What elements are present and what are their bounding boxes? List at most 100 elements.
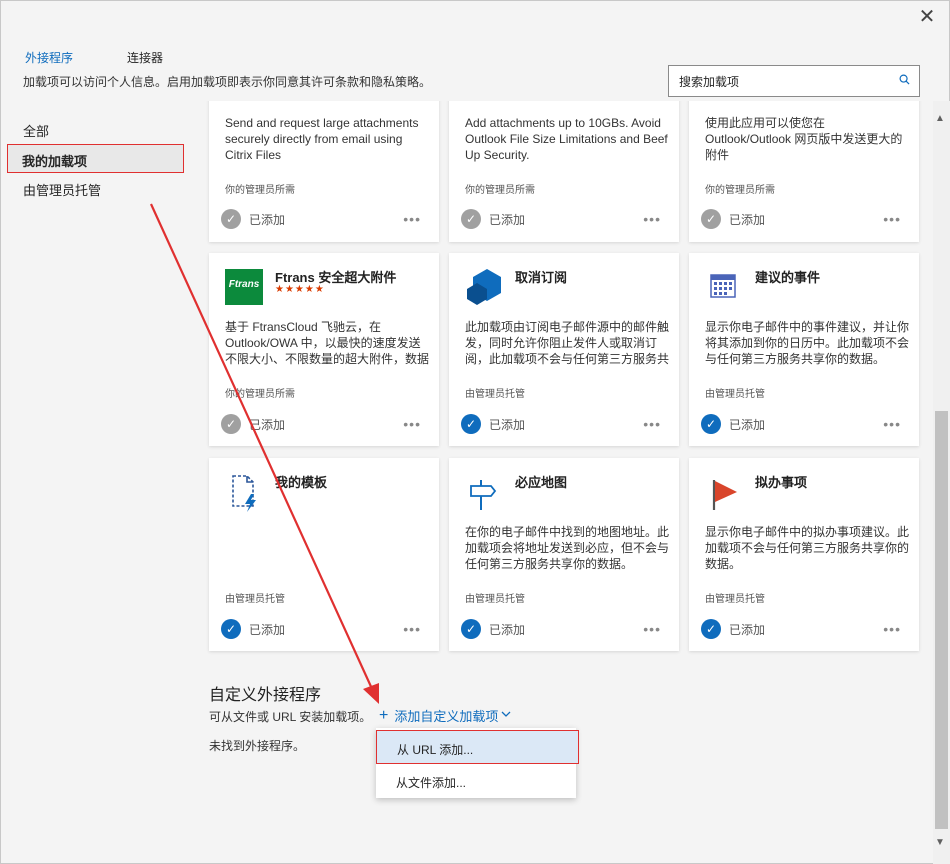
sidebar-item-admin-managed[interactable]: 由管理员托管 bbox=[23, 180, 183, 199]
check-icon: ✓ bbox=[221, 414, 241, 434]
card-title: 建议的事件 bbox=[755, 270, 821, 285]
search-placeholder: 搜索加载项 bbox=[679, 74, 740, 89]
chevron-down-icon bbox=[501, 710, 511, 721]
check-icon: ✓ bbox=[221, 619, 241, 639]
card-title: 取消订阅 bbox=[515, 270, 568, 285]
search-input[interactable]: 搜索加载项 bbox=[668, 65, 920, 97]
template-document-icon bbox=[225, 472, 265, 512]
add-in-card[interactable]: Send and request large attachments secur… bbox=[209, 101, 439, 242]
close-icon[interactable]: ✕ bbox=[913, 6, 941, 30]
more-options-icon[interactable]: ••• bbox=[403, 621, 421, 637]
hexagon-icon bbox=[465, 267, 505, 307]
tab-add-ins[interactable]: 外接程序 bbox=[25, 49, 73, 66]
card-description: 此加载项由订阅电子邮件源中的邮件触发，同时允许你阻止发件人或取消订阅，此加载项不… bbox=[465, 320, 670, 366]
card-tag: 你的管理员所需 bbox=[705, 185, 775, 196]
add-in-card-action-items[interactable]: 拟办事项 显示你电子邮件中的拟办事项建议。此加载项不会与任何第三方服务共享你的数… bbox=[689, 458, 919, 651]
more-options-icon[interactable]: ••• bbox=[403, 416, 421, 432]
card-description: 显示你电子邮件中的事件建议，并让你将其添加到你的日历中。此加载项不会与任何第三方… bbox=[705, 320, 910, 366]
status-label: 已添加 bbox=[729, 417, 766, 432]
check-icon: ✓ bbox=[701, 414, 721, 434]
menu-item-add-from-file[interactable]: 从文件添加... bbox=[376, 764, 576, 798]
custom-add-ins-heading: 自定义外接程序 bbox=[209, 687, 322, 704]
add-ins-dialog: ✕ 外接程序 连接器 加载项可以访问个人信息。启用加载项即表示你同意其许可条款和… bbox=[0, 0, 950, 864]
status-label: 已添加 bbox=[249, 417, 286, 432]
flag-icon bbox=[705, 472, 745, 512]
card-status: ✓ 已添加 bbox=[701, 209, 765, 229]
search-icon[interactable] bbox=[889, 74, 919, 88]
status-label: 已添加 bbox=[729, 622, 766, 637]
check-icon: ✓ bbox=[701, 619, 721, 639]
sidebar-item-my-add-ins[interactable]: 我的加载项 bbox=[7, 144, 184, 173]
add-in-card-ftrans[interactable]: Ftrans Ftrans 安全超大附件 ★★★★★ 基于 FtransClou… bbox=[209, 253, 439, 446]
status-label: 已添加 bbox=[489, 622, 526, 637]
check-icon: ✓ bbox=[461, 414, 481, 434]
status-label: 已添加 bbox=[489, 212, 526, 227]
rating-stars: ★★★★★ bbox=[275, 284, 325, 295]
card-description: Add attachments up to 10GBs. Avoid Outlo… bbox=[465, 116, 668, 162]
card-status: ✓ 已添加 bbox=[701, 619, 765, 639]
calendar-icon bbox=[705, 267, 745, 307]
add-in-card[interactable]: 使用此应用可以使您在 Outlook/Outlook 网页版中发送更大的附件 你… bbox=[689, 101, 919, 242]
card-status: ✓ 已添加 bbox=[221, 619, 285, 639]
add-in-card[interactable]: Add attachments up to 10GBs. Avoid Outlo… bbox=[449, 101, 679, 242]
check-icon: ✓ bbox=[461, 619, 481, 639]
plus-icon: + bbox=[379, 706, 389, 724]
card-tag: 由管理员托管 bbox=[225, 594, 285, 605]
card-description: 基于 FtransCloud 飞驰云，在 Outlook/OWA 中，以最快的速… bbox=[225, 320, 430, 366]
add-in-card-my-templates[interactable]: 我的模板 由管理员托管 ✓ 已添加 ••• bbox=[209, 458, 439, 651]
consent-text: 加载项可以访问个人信息。启用加载项即表示你同意其许可条款和隐私策略。 bbox=[23, 75, 432, 89]
card-description: 使用此应用可以使您在 Outlook/Outlook 网页版中发送更大的附件 bbox=[705, 116, 903, 162]
ftrans-logo-icon: Ftrans bbox=[225, 269, 263, 305]
card-tag: 你的管理员所需 bbox=[465, 185, 535, 196]
card-tag: 你的管理员所需 bbox=[225, 389, 295, 400]
status-label: 已添加 bbox=[249, 212, 286, 227]
status-label: 已添加 bbox=[489, 417, 526, 432]
scroll-down-icon[interactable]: ▼ bbox=[935, 837, 945, 848]
more-options-icon[interactable]: ••• bbox=[643, 211, 661, 227]
check-icon: ✓ bbox=[701, 209, 721, 229]
card-tag: 你的管理员所需 bbox=[225, 185, 295, 196]
no-add-ins-text: 未找到外接程序。 bbox=[209, 739, 306, 753]
card-status: ✓ 已添加 bbox=[461, 619, 525, 639]
more-options-icon[interactable]: ••• bbox=[643, 621, 661, 637]
card-status: ✓ 已添加 bbox=[221, 414, 285, 434]
more-options-icon[interactable]: ••• bbox=[403, 211, 421, 227]
scroll-up-icon[interactable]: ▲ bbox=[935, 113, 945, 124]
card-status: ✓ 已添加 bbox=[701, 414, 765, 434]
add-custom-dropdown-menu: 从 URL 添加... 从文件添加... bbox=[376, 728, 579, 798]
tab-connectors[interactable]: 连接器 bbox=[127, 49, 163, 66]
vertical-scrollbar[interactable]: ▲ ▼ bbox=[933, 101, 950, 864]
add-in-card-bing-maps[interactable]: 必应地图 在你的电子邮件中找到的地图地址。此加载项会将地址发送到必应，但不会与任… bbox=[449, 458, 679, 651]
add-custom-label: 添加自定义加载项 bbox=[394, 709, 499, 724]
check-icon: ✓ bbox=[221, 209, 241, 229]
card-title: 必应地图 bbox=[515, 475, 568, 490]
signpost-icon bbox=[465, 472, 505, 512]
card-description: Send and request large attachments secur… bbox=[225, 116, 419, 162]
more-options-icon[interactable]: ••• bbox=[883, 621, 901, 637]
card-description: 显示你电子邮件中的拟办事项建议。此加载项不会与任何第三方服务共享你的数据。 bbox=[705, 525, 910, 571]
card-tag: 由管理员托管 bbox=[465, 389, 525, 400]
status-label: 已添加 bbox=[729, 212, 766, 227]
sidebar-item-all[interactable]: 全部 bbox=[23, 121, 183, 140]
more-options-icon[interactable]: ••• bbox=[883, 416, 901, 432]
add-custom-add-in-button[interactable]: + 添加自定义加载项 bbox=[379, 706, 511, 725]
check-icon: ✓ bbox=[461, 209, 481, 229]
add-in-card-unsubscribe[interactable]: 取消订阅 此加载项由订阅电子邮件源中的邮件触发，同时允许你阻止发件人或取消订阅，… bbox=[449, 253, 679, 446]
card-title: 拟办事项 bbox=[755, 475, 808, 490]
add-in-card-suggested-meetings[interactable]: 建议的事件 显示你电子邮件中的事件建议，并让你将其添加到你的日历中。此加载项不会… bbox=[689, 253, 919, 446]
card-tag: 由管理员托管 bbox=[465, 594, 525, 605]
top-tabs: 外接程序 连接器 bbox=[25, 49, 217, 66]
card-status: ✓ 已添加 bbox=[461, 209, 525, 229]
card-description: 在你的电子邮件中找到的地图地址。此加载项会将地址发送到必应，但不会与任何第三方服… bbox=[465, 525, 670, 571]
card-tag: 由管理员托管 bbox=[705, 594, 765, 605]
custom-add-ins-description: 可从文件或 URL 安装加载项。 bbox=[209, 710, 372, 724]
card-status: ✓ 已添加 bbox=[461, 414, 525, 434]
card-status: ✓ 已添加 bbox=[221, 209, 285, 229]
more-options-icon[interactable]: ••• bbox=[643, 416, 661, 432]
menu-item-add-from-url[interactable]: 从 URL 添加... bbox=[376, 730, 579, 764]
status-label: 已添加 bbox=[249, 622, 286, 637]
scroll-thumb[interactable] bbox=[935, 411, 948, 829]
more-options-icon[interactable]: ••• bbox=[883, 211, 901, 227]
card-title: 我的模板 bbox=[275, 475, 328, 490]
card-tag: 由管理员托管 bbox=[705, 389, 765, 400]
